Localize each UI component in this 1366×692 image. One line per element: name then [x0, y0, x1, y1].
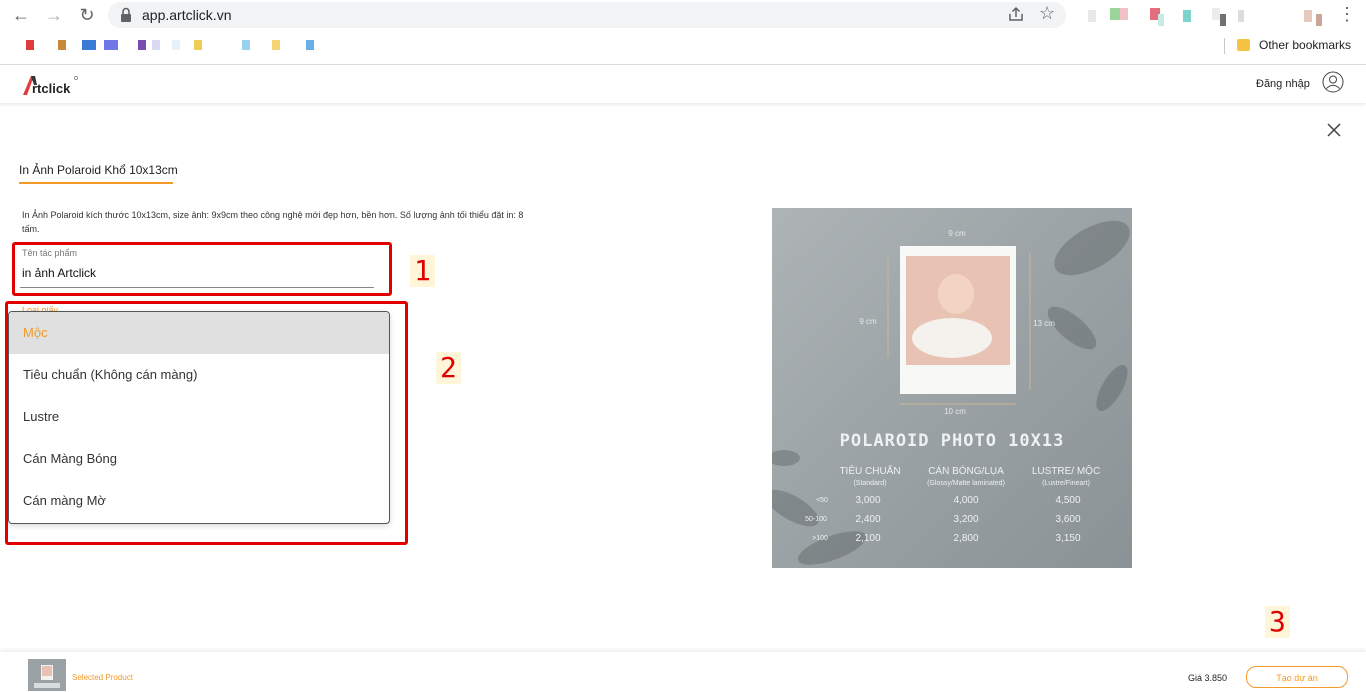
back-icon[interactable]: ←: [10, 4, 32, 26]
bookmark-favicon[interactable]: [152, 40, 160, 50]
dim-bottom-label: 10 cm: [944, 407, 966, 416]
extension-icon[interactable]: [1158, 14, 1164, 26]
extension-icon[interactable]: [1120, 8, 1128, 20]
user-icon[interactable]: [1322, 71, 1344, 93]
create-project-button[interactable]: Tạo dự án: [1246, 666, 1348, 688]
close-icon[interactable]: [1324, 120, 1344, 140]
price-cell: 2,400: [855, 514, 880, 525]
bookmark-favicon[interactable]: [194, 40, 202, 50]
col-label-lustre: LUSTRE/ MỘC: [1032, 464, 1100, 477]
bookmark-star-icon[interactable]: ☆: [1039, 3, 1055, 23]
dim-right-label: 13 cm: [1033, 319, 1055, 328]
price-cell: 3,600: [1055, 514, 1080, 525]
svg-text:rtclick: rtclick: [32, 81, 71, 96]
dim-left-label: 9 cm: [859, 317, 877, 326]
product-thumbnail[interactable]: [28, 659, 66, 691]
url-text[interactable]: app.artclick.vn: [142, 6, 231, 24]
price-cell: 4,500: [1055, 495, 1080, 506]
browser-chrome: ← → ↻ app.artclick.vn ☆ ⋮ Other bookmark…: [0, 0, 1366, 65]
extension-icon[interactable]: [1212, 8, 1220, 20]
product-tab-title[interactable]: In Ảnh Polaroid Khổ 10x13cm: [19, 163, 178, 177]
col-label-glossy: CÁN BÓNG/LỤA: [928, 464, 1004, 477]
login-link[interactable]: Đăng nhập: [1256, 77, 1310, 91]
annotation-number-2: 2: [436, 352, 461, 384]
reload-icon[interactable]: ↻: [76, 4, 98, 26]
share-icon[interactable]: [1007, 5, 1025, 23]
bookmark-favicon[interactable]: [82, 40, 96, 50]
lock-icon: [121, 7, 131, 22]
price-cell: 3,150: [1055, 533, 1080, 544]
extension-icon[interactable]: [1183, 10, 1191, 22]
bookmark-divider: [1224, 38, 1225, 54]
extension-icon[interactable]: [1238, 10, 1244, 22]
col-label-standard: TIÊU CHUẨN: [839, 464, 900, 477]
col-sub-standard: (Standard): [853, 480, 886, 487]
bookmark-favicon[interactable]: [306, 40, 314, 50]
bottom-bar: Selected Product Giá 3.850 Tạo dự án: [0, 652, 1366, 692]
price-cell: 4,000: [953, 495, 978, 506]
folder-icon: [1237, 39, 1250, 51]
bookmark-favicon[interactable]: [242, 40, 250, 50]
extension-icon[interactable]: [1316, 14, 1322, 26]
price-cell: 2,100: [855, 533, 880, 544]
bookmark-favicon[interactable]: [172, 40, 180, 50]
row-qty: >100: [812, 535, 828, 542]
selected-product-label: Selected Product: [72, 673, 133, 682]
image-title: POLAROID PHOTO 10X13: [840, 431, 1065, 451]
browser-menu-icon[interactable]: ⋮: [1338, 2, 1356, 26]
product-description: In Ảnh Polaroid kích thước 10x13cm, size…: [22, 210, 524, 234]
extension-icon[interactable]: [1304, 10, 1312, 22]
tab-active-underline: [19, 182, 173, 184]
price-label: Giá 3.850: [1188, 673, 1228, 683]
col-sub-lustre: (Lustre/Fineart): [1042, 480, 1090, 487]
bookmark-favicon[interactable]: [104, 40, 118, 50]
baby-face: [938, 274, 974, 314]
annotation-number-1: 1: [410, 255, 435, 287]
price-cell: 3,200: [953, 514, 978, 525]
dim-top-label: 9 cm: [948, 229, 966, 238]
price-cell: 3,000: [855, 495, 880, 506]
bookmark-favicon[interactable]: [272, 40, 280, 50]
extension-icon[interactable]: [1110, 8, 1120, 20]
row-qty: 50-100: [805, 516, 827, 523]
extension-icon[interactable]: [1088, 10, 1096, 22]
annotation-box-1: [12, 242, 392, 296]
row-qty: <50: [816, 497, 828, 504]
baby-body: [912, 318, 992, 358]
col-sub-glossy: (Glossy/Matte laminated): [927, 480, 1005, 487]
forward-icon[interactable]: →: [43, 4, 65, 26]
artclick-logo[interactable]: rtclick: [22, 73, 82, 99]
bookmark-favicon[interactable]: [58, 40, 66, 50]
annotation-box-2: [5, 301, 408, 545]
bookmark-favicon[interactable]: [26, 40, 34, 50]
product-image: 9 cm 9 cm 13 cm 10 cm POLAROID PHOTO 10X…: [772, 208, 1132, 568]
address-bar[interactable]: [108, 2, 1066, 28]
extension-icon[interactable]: [1220, 14, 1226, 26]
app-header: rtclick Đăng nhập: [0, 65, 1366, 103]
annotation-number-3: 3: [1265, 606, 1290, 638]
bookmark-favicon[interactable]: [138, 40, 146, 50]
price-cell: 2,800: [953, 533, 978, 544]
other-bookmarks[interactable]: Other bookmarks: [1259, 38, 1351, 53]
